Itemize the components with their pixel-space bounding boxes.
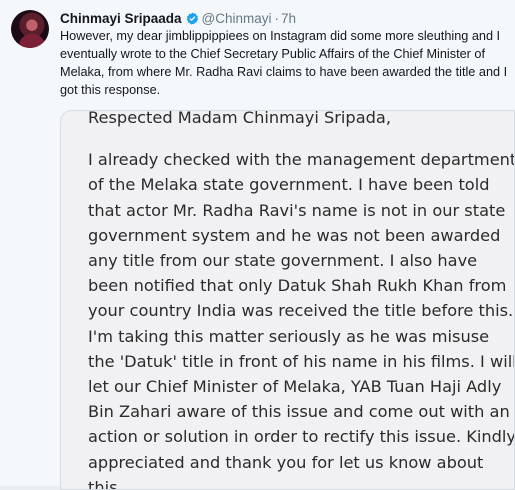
verified-badge-icon xyxy=(186,12,198,25)
tweet-text: However, my dear jimblippippiees on Inst… xyxy=(60,29,508,97)
separator: · xyxy=(274,10,280,26)
tweet[interactable]: Chinmayi Sripaada @Chinmayi · 7h However… xyxy=(0,0,515,490)
letter-body: I already checked with the management de… xyxy=(88,150,515,490)
user-avatar[interactable] xyxy=(11,10,49,48)
author-name[interactable]: Chinmayi Sripaada xyxy=(60,11,182,26)
author-handle[interactable]: @Chinmayi xyxy=(202,11,272,26)
letter-text: Respected Madam Chinmayi Sripada, I alre… xyxy=(88,111,515,490)
tweet-header: Chinmayi Sripaada @Chinmayi · 7h xyxy=(60,9,296,27)
attached-image[interactable]: Respected Madam Chinmayi Sripada, I alre… xyxy=(60,110,515,490)
letter-salutation: Respected Madam Chinmayi Sripada, xyxy=(88,110,391,127)
avatar-figure xyxy=(19,34,45,48)
timestamp[interactable]: 7h xyxy=(281,11,296,26)
